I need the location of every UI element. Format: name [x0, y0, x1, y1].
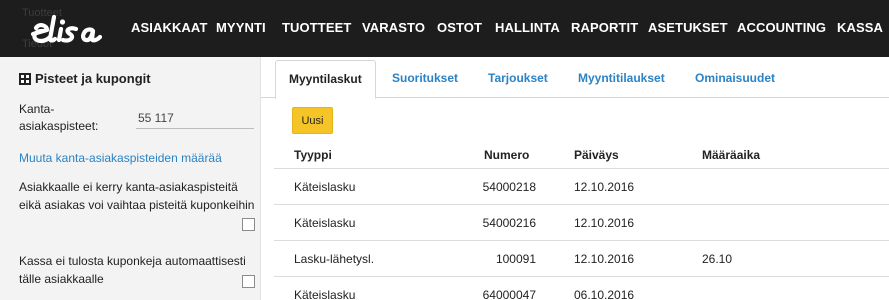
nav-hallinta[interactable]: HALLINTA	[495, 20, 560, 35]
loyalty-points-panel: Pisteet ja kupongit Kanta-asiakaspisteet…	[0, 57, 261, 300]
tab-ominaisuudet[interactable]: Ominaisuudet	[695, 71, 775, 85]
tab-suoritukset[interactable]: Suoritukset	[392, 71, 458, 85]
tab-bar: Myyntilaskut Suoritukset Tarjoukset Myyn…	[261, 57, 889, 99]
top-navigation-bar: Tuotteet Tiedot ASIAKKAAT MYYNTI TUOTTEE…	[0, 0, 889, 57]
change-points-link[interactable]: Muuta kanta-asiakaspisteiden määrää	[19, 151, 222, 165]
cell-number: 54000216	[482, 216, 536, 230]
new-button[interactable]: Uusi	[292, 107, 333, 134]
column-header-due[interactable]: Määräaika	[702, 148, 760, 162]
cell-number: 64000047	[482, 288, 536, 300]
table-header: Tyyppi Numero Päiväys Määräaika	[274, 140, 889, 169]
table-row[interactable]: Käteislasku 54000216 12.10.2016	[274, 205, 889, 241]
nav-varasto[interactable]: VARASTO	[362, 20, 425, 35]
column-header-number[interactable]: Numero	[484, 148, 529, 162]
cell-date: 12.10.2016	[574, 180, 635, 194]
table-row[interactable]: Käteislasku 64000047 06.10.2016	[274, 277, 889, 300]
no-coupon-print-label: Kassa ei tulosta kuponkeja automaattises…	[19, 254, 246, 286]
no-coupon-print-checkbox[interactable]	[242, 275, 255, 288]
tab-myyntitilaukset[interactable]: Myyntitilaukset	[578, 71, 665, 85]
cell-date: 06.10.2016	[574, 288, 635, 300]
nav-asiakkaat[interactable]: ASIAKKAAT	[131, 20, 208, 35]
cell-number: 100091	[495, 252, 536, 266]
elisa-logo[interactable]	[28, 13, 110, 45]
panel-title-text: Pisteet ja kupongit	[35, 71, 151, 86]
nav-ostot[interactable]: OSTOT	[437, 20, 482, 35]
cell-due: 26.10	[702, 252, 733, 266]
box-icon	[19, 72, 31, 85]
points-label: Kanta-asiakaspisteet:	[19, 102, 99, 133]
table-row[interactable]: Lasku-lähetysl. 100091 12.10.2016 26.10	[274, 241, 889, 277]
nav-tuotteet[interactable]: TUOTTEET	[282, 20, 351, 35]
nav-accounting[interactable]: ACCOUNTING	[737, 20, 826, 35]
cell-number: 54000218	[482, 180, 536, 194]
cell-date: 12.10.2016	[574, 216, 635, 230]
points-input[interactable]	[136, 108, 254, 129]
no-points-label: Asiakkaalle ei kerry kanta-asiakaspistei…	[19, 180, 255, 212]
cell-date: 12.10.2016	[574, 252, 635, 266]
column-header-type[interactable]: Tyyppi	[294, 148, 332, 162]
tab-tarjoukset[interactable]: Tarjoukset	[488, 71, 548, 85]
tab-myyntilaskut[interactable]: Myyntilaskut	[275, 60, 376, 99]
panel-title: Pisteet ja kupongit	[19, 71, 151, 86]
nav-raportit[interactable]: RAPORTIT	[571, 20, 638, 35]
nav-myynti[interactable]: MYYNTI	[216, 20, 266, 35]
column-header-date[interactable]: Päiväys	[574, 148, 619, 162]
nav-kassa[interactable]: KASSA	[837, 20, 883, 35]
table-row[interactable]: Käteislasku 54000218 12.10.2016	[274, 169, 889, 205]
nav-asetukset[interactable]: ASETUKSET	[648, 20, 728, 35]
no-points-checkbox[interactable]	[242, 218, 255, 231]
